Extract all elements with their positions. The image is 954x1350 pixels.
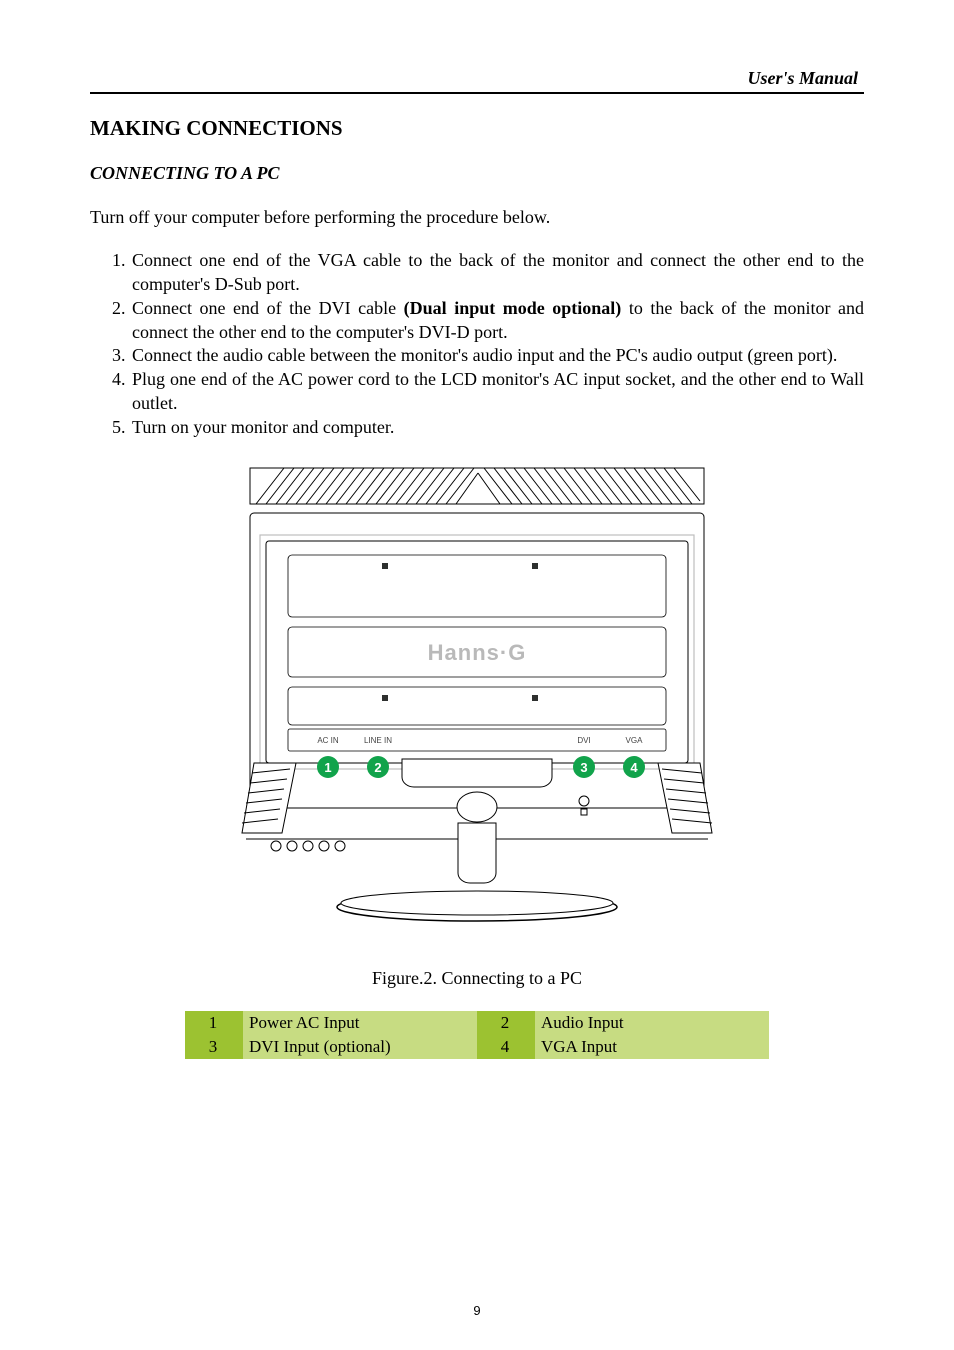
steps-list: Connect one end of the VGA cable to the … [90, 249, 864, 439]
port-label-dvi: DVI [577, 736, 590, 745]
table-row: 3 DVI Input (optional) 4 VGA Input [185, 1035, 769, 1059]
callout-2-icon: 2 [367, 756, 389, 778]
cell-num: 2 [477, 1011, 535, 1035]
brand-text: Hanns·G [428, 640, 527, 665]
table-row: 1 Power AC Input 2 Audio Input [185, 1011, 769, 1035]
list-item: Connect one end of the DVI cable (Dual i… [130, 297, 864, 345]
stand-neck-icon [458, 823, 496, 883]
cell-num: 3 [185, 1035, 243, 1059]
intro-paragraph: Turn off your computer before performing… [90, 206, 864, 229]
figure: Hanns·G AC IN LINE IN DVI VGA [90, 463, 864, 938]
cell-num: 4 [477, 1035, 535, 1059]
cell-label: DVI Input (optional) [243, 1035, 477, 1059]
connector-table: 1 Power AC Input 2 Audio Input 3 DVI Inp… [185, 1011, 769, 1059]
callout-4-icon: 4 [623, 756, 645, 778]
callout-1-icon: 1 [317, 756, 339, 778]
button-row-icon [271, 841, 345, 851]
port-label-vga: VGA [626, 736, 644, 745]
port-label-line: LINE IN [364, 736, 392, 745]
list-item: Plug one end of the AC power cord to the… [130, 368, 864, 416]
svg-text:4: 4 [630, 760, 638, 775]
cell-label: Power AC Input [243, 1011, 477, 1035]
list-item: Connect one end of the VGA cable to the … [130, 249, 864, 297]
monitor-rear-diagram: Hanns·G AC IN LINE IN DVI VGA [232, 463, 722, 933]
subsection-heading: CONNECTING TO A PC [90, 163, 864, 184]
vent-top-icon [250, 468, 704, 504]
svg-text:1: 1 [324, 760, 331, 775]
svg-text:2: 2 [374, 760, 381, 775]
list-item: Turn on your monitor and computer. [130, 416, 864, 440]
header-rule [90, 92, 864, 94]
figure-caption: Figure.2. Connecting to a PC [90, 968, 864, 989]
list-item: Connect the audio cable between the moni… [130, 344, 864, 368]
cell-num: 1 [185, 1011, 243, 1035]
page-number: 9 [0, 1303, 954, 1318]
section-heading: MAKING CONNECTIONS [90, 116, 864, 141]
cell-label: VGA Input [535, 1035, 769, 1059]
callout-3-icon: 3 [573, 756, 595, 778]
port-label-ac: AC IN [317, 736, 339, 745]
hinge-icon [402, 759, 552, 787]
cell-label: Audio Input [535, 1011, 769, 1035]
running-header: User's Manual [90, 68, 864, 94]
header-text: User's Manual [90, 68, 864, 89]
svg-text:3: 3 [580, 760, 587, 775]
